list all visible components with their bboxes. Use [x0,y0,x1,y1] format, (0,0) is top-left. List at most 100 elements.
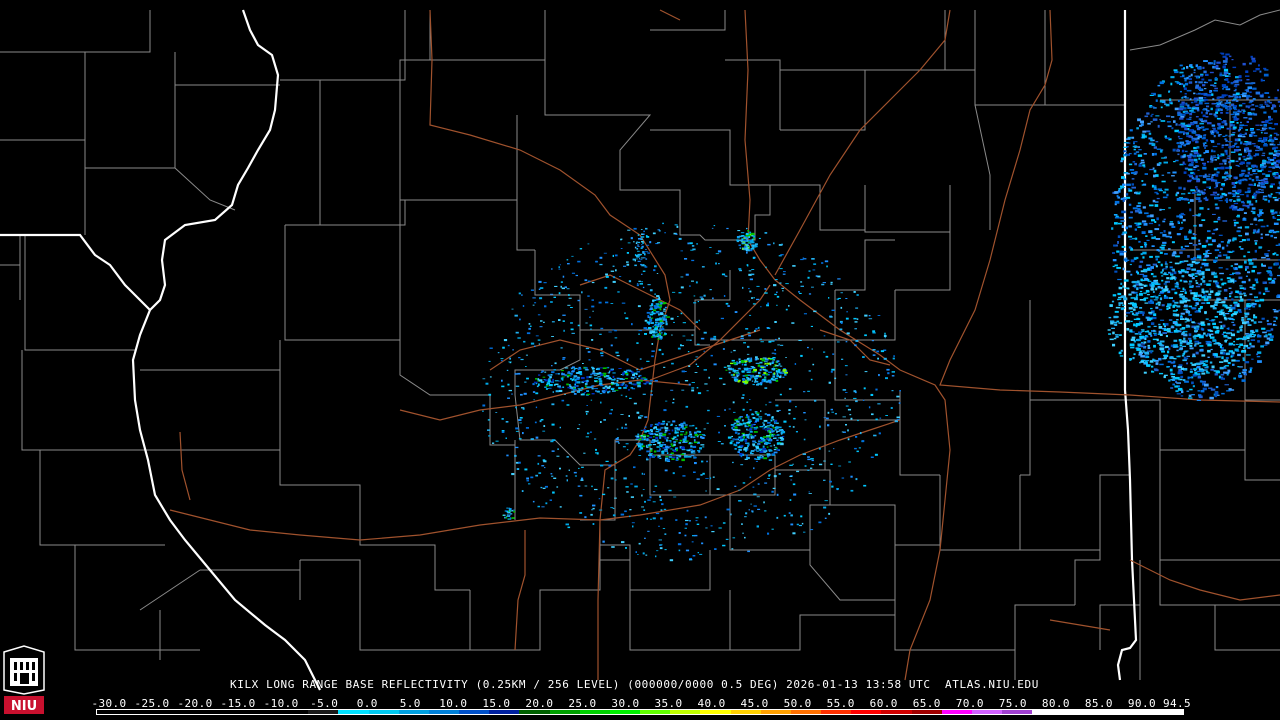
echo-pixel [1139,361,1142,364]
echo-pixel [602,367,607,369]
echo-pixel [1231,182,1235,185]
echo-pixel [505,437,507,439]
echo-pixel [647,284,651,286]
echo-pixel [700,296,704,298]
echo-pixel [1162,191,1167,194]
echo-pixel [1232,189,1237,193]
echo-pixel [745,360,748,363]
echo-pixel [735,420,739,422]
echo-pixel [733,411,736,413]
echo-pixel [1191,192,1196,194]
echo-pixel [638,280,641,282]
echo-pixel [1223,94,1228,96]
echo-pixel [763,457,768,460]
echo-pixel [1205,139,1209,142]
echo-pixel [1249,83,1254,85]
echo-pixel [1168,379,1171,382]
echo-pixel [1154,152,1157,156]
echo-pixel [1176,319,1179,321]
echo-pixel [542,430,546,432]
echo-pixel [807,390,810,392]
echo-pixel [1159,340,1165,343]
echo-pixel [1241,379,1246,382]
echo-pixel [735,374,738,376]
echo-pixel [856,294,859,296]
echo-pixel [1195,261,1200,264]
echo-pixel [1179,64,1183,67]
echo-pixel [550,374,553,376]
echo-pixel [1189,208,1192,212]
echo-pixel [1161,174,1165,176]
echo-pixel [1224,172,1229,175]
echo-pixel [1244,361,1250,364]
echo-pixel [1197,66,1202,70]
echo-pixel [1219,251,1222,254]
echo-pixel [544,371,547,373]
echo-pixel [1173,360,1176,364]
colorbar-swatch [187,710,218,714]
echo-pixel [758,237,761,239]
echo-pixel [1240,350,1246,353]
echo-pixel [766,427,770,430]
echo-pixel [1187,337,1192,340]
echo-pixel [1162,332,1167,334]
echo-pixel [1205,150,1209,153]
echo-pixel [1180,318,1184,320]
echo-pixel [600,421,602,423]
echo-pixel [1176,148,1180,152]
echo-pixel [853,291,856,293]
echo-pixel [1269,229,1275,232]
echo-pixel [647,327,652,330]
echo-pixel [1236,118,1240,120]
echo-pixel [1190,66,1194,69]
echo-pixel [755,356,758,359]
echo-pixel [706,460,708,463]
echo-pixel [1226,109,1229,111]
echo-pixel [1275,317,1278,320]
echo-pixel [1200,126,1205,129]
colorbar-swatch [127,710,158,714]
echo-pixel [868,406,871,409]
echo-pixel [789,499,792,501]
echo-pixel [1231,99,1236,102]
echo-pixel [514,314,518,317]
echo-pixel [1252,305,1256,308]
echo-pixel [1239,285,1243,287]
echo-pixel [1187,311,1190,314]
echo-pixel [840,292,843,294]
echo-pixel [1180,131,1185,133]
echo-pixel [792,483,796,486]
echo-pixel [1266,319,1269,322]
echo-pixel [1188,118,1192,120]
echo-pixel [1193,224,1197,227]
echo-pixel [807,456,810,458]
echo-pixel [561,373,565,376]
echo-pixel [1188,333,1192,337]
echo-pixel [769,358,774,359]
echo-pixel [615,441,619,443]
echo-pixel [1275,192,1279,194]
echo-pixel [722,544,726,547]
echo-pixel [611,387,615,389]
echo-pixel [511,510,514,512]
echo-pixel [539,297,543,300]
echo-pixel [1128,293,1132,296]
echo-pixel [1193,172,1196,175]
echo-pixel [1230,333,1235,337]
echo-pixel [597,376,601,378]
echo-pixel [1184,321,1187,323]
echo-pixel [1187,192,1191,194]
echo-pixel [1187,174,1193,176]
echo-pixel [868,318,873,320]
echo-pixel [1168,248,1171,250]
echo-pixel [1212,155,1216,157]
echo-pixel [741,523,743,525]
echo-pixel [1219,72,1223,74]
echo-pixel [811,258,815,260]
echo-pixel [519,318,521,321]
echo-pixel [525,354,528,356]
echo-pixel [686,509,689,512]
echo-pixel [1172,310,1177,312]
echo-pixel [1170,76,1175,79]
echo-pixel [1225,134,1228,137]
